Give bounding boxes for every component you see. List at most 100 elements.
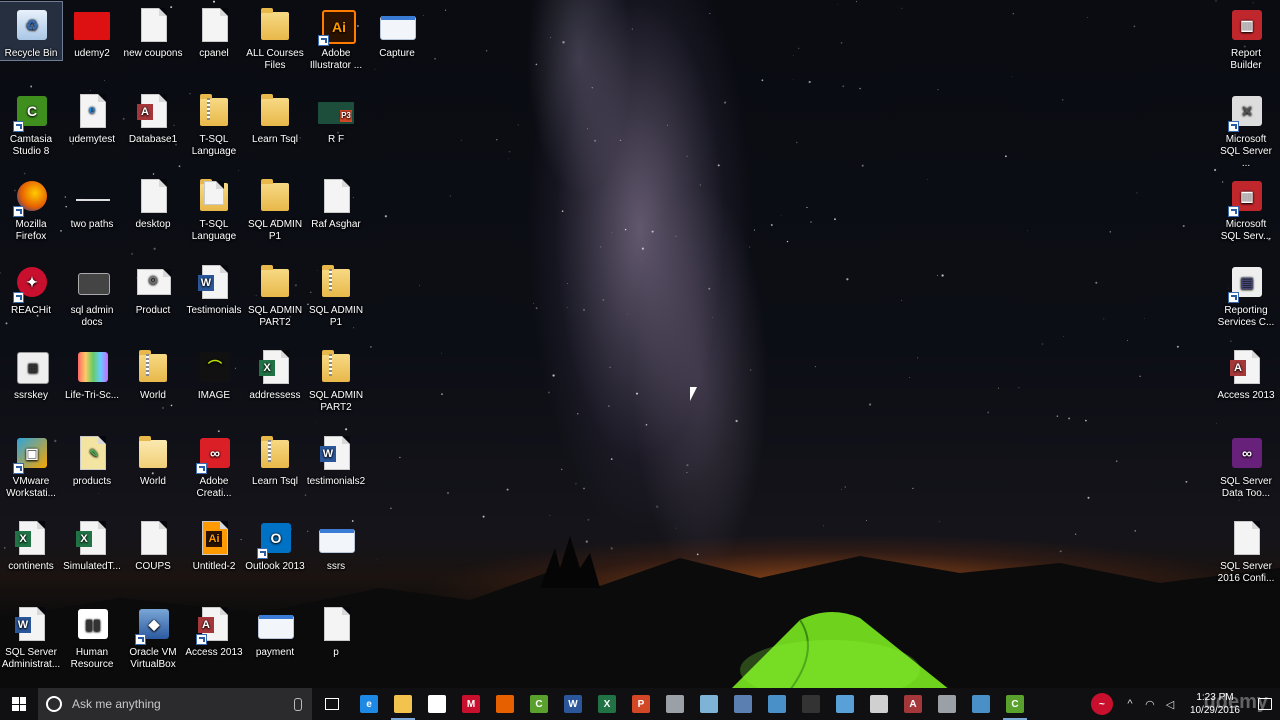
taskbar-app-clock-app[interactable]	[862, 688, 896, 720]
desktop-icon-products[interactable]: ✎ products	[61, 430, 123, 488]
desktop-icon-coups[interactable]: COUPS	[122, 515, 184, 573]
desktop-icon-two-paths[interactable]: two paths	[61, 173, 123, 231]
desktop-icon-cpanel[interactable]: cpanel	[183, 2, 245, 60]
desktop-icon-sql-admin-p1[interactable]: SQL ADMIN P1	[305, 259, 367, 329]
desktop-icon-outlook-2013[interactable]: O Outlook 2013	[244, 515, 306, 573]
desktop-icon-oracle-vm-virtualbox[interactable]: ◆ Oracle VM VirtualBox	[122, 601, 184, 671]
desktop-icon-image[interactable]: ⌒ IMAGE	[183, 344, 245, 402]
taskbar-app-app-c[interactable]	[828, 688, 862, 720]
taskbar-app-sql-tool[interactable]	[658, 688, 692, 720]
desktop-icon-sql-admin-docs[interactable]: sql admin docs	[61, 259, 123, 329]
taskbar-app-file-explorer[interactable]	[386, 688, 420, 720]
desktop-icon-microsoft-sql-serv[interactable]: ▥ Microsoft SQL Serv...	[1215, 173, 1277, 243]
wifi-icon[interactable]: ◠	[1140, 698, 1160, 711]
taskbar-app-firefox[interactable]	[488, 688, 522, 720]
desktop-icon-reachit[interactable]: ✦ REACHit	[0, 259, 62, 317]
taskbar-app-app-a[interactable]	[692, 688, 726, 720]
desktop-icon-label: Database1	[128, 133, 178, 145]
desktop-icon-t-sql-language[interactable]: T-SQL Language	[183, 88, 245, 158]
desktop-icon-learn-tsql[interactable]: Learn Tsql	[244, 430, 306, 488]
desktop-icon-human-resource[interactable]: ▮▮ Human Resource	[61, 601, 123, 671]
desktop-icon-testimonials2[interactable]: Wtestimonials2	[305, 430, 367, 488]
start-button[interactable]	[0, 688, 38, 720]
desktop-icon-recycle-bin[interactable]: ♻ Recycle Bin	[0, 1, 63, 61]
desktop-icon-capture[interactable]: Capture	[366, 2, 428, 60]
desktop-icon-raf-asghar[interactable]: Raf Asghar	[305, 173, 367, 231]
desktop-icon-world[interactable]: World	[122, 344, 184, 402]
desktop-icon-access-2013[interactable]: A Access 2013	[183, 601, 245, 659]
terminal-icon	[802, 695, 820, 713]
desktop-icon-udemy2[interactable]: udemy2	[61, 2, 123, 60]
desktop-icon-label: addressess	[249, 390, 301, 401]
desktop-icon-label: ssrs	[326, 561, 346, 572]
desktop-icon-r-f[interactable]: P3 R F	[305, 88, 367, 146]
desktop-icon-payment[interactable]: payment	[244, 601, 306, 659]
desktop-icon-adobe-creati[interactable]: ∞ Adobe Creati...	[183, 430, 245, 500]
page-icon	[133, 519, 173, 559]
desktop-icon-sql-server-2016-confi[interactable]: SQL Server 2016 Confi...	[1215, 515, 1277, 585]
desktop-icon-sql-admin-p1[interactable]: SQL ADMIN P1	[244, 173, 306, 243]
desktop-icon-sql-admin-part2[interactable]: SQL ADMIN PART2	[305, 344, 367, 414]
desktop-icon-new-coupons[interactable]: new coupons	[122, 2, 184, 60]
desktop-icon-microsoft-sql-server[interactable]: ✕ Microsoft SQL Server ...	[1215, 88, 1277, 170]
desktop-icon-product[interactable]: ⚙ Product	[122, 259, 184, 317]
task-view-button[interactable]	[312, 688, 352, 720]
desktop-icon-database1[interactable]: A Database1	[122, 88, 184, 146]
taskbar-app-edge[interactable]: e	[352, 688, 386, 720]
taskbar-app-remote[interactable]	[760, 688, 794, 720]
mcafee-tray-icon[interactable]: ~	[1084, 688, 1120, 720]
app-d-icon	[938, 695, 956, 713]
camtasia-icon: C	[530, 695, 548, 713]
taskbar-app-app-d[interactable]	[930, 688, 964, 720]
desktop-icon-report-builder[interactable]: ▥ Report Builder	[1215, 2, 1277, 72]
desktop-icon-sql-server-administrat[interactable]: W SQL Server Administrat...	[0, 601, 62, 671]
desktop-icon-p[interactable]: p	[305, 601, 367, 659]
desktop-icon-all-courses-files[interactable]: ALL Courses Files	[244, 2, 306, 72]
microphone-icon[interactable]	[294, 697, 302, 711]
desktop-icon-continents[interactable]: Xcontinents	[0, 515, 62, 573]
taskbar-app-access[interactable]: A	[896, 688, 930, 720]
desktop-icon-ssrs[interactable]: ssrs	[305, 515, 367, 573]
taskbar-app-mcafee[interactable]: M	[454, 688, 488, 720]
desktop-icon-addressess[interactable]: Xaddressess	[244, 344, 306, 402]
desktop-icon-desktop[interactable]: desktop	[122, 173, 184, 231]
desktop-icon-sql-admin-part2[interactable]: SQL ADMIN PART2	[244, 259, 306, 329]
taskbar-app-terminal[interactable]	[794, 688, 828, 720]
taskbar-app-word[interactable]: W	[556, 688, 590, 720]
desktop-icon-simulatedt[interactable]: X SimulatedT...	[61, 515, 123, 573]
taskbar-app-app-b[interactable]	[726, 688, 760, 720]
taskbar-app-store[interactable]	[420, 688, 454, 720]
desktop-icon-vmware-workstati[interactable]: ▣ VMware Workstati...	[0, 430, 62, 500]
desktop-icon-world[interactable]: World	[122, 430, 184, 488]
desktop-icon-camtasia-studio-8[interactable]: C Camtasia Studio 8	[0, 88, 62, 158]
desktop-icon-untitled-2[interactable]: Ai Untitled-2	[183, 515, 245, 573]
desktop-icon-label: products	[72, 475, 112, 487]
folder-doc-icon	[194, 177, 234, 217]
image-icon	[255, 605, 295, 645]
desktop-icon-udemytest[interactable]: e udemytest	[61, 88, 123, 146]
desktop-icon-label: SQL ADMIN P1	[308, 304, 364, 328]
desktop-icon-learn-tsql[interactable]: Learn Tsql	[244, 88, 306, 146]
desktop-icon-ssrskey[interactable]: ▦ ssrskey	[0, 344, 62, 402]
taskbar-app-powerpoint[interactable]: P	[624, 688, 658, 720]
desktop-icon-reporting-services-c[interactable]: ▤ Reporting Services C...	[1215, 259, 1277, 329]
shortcut-arrow-icon	[13, 206, 24, 217]
app-b-icon	[734, 695, 752, 713]
desktop-icon-access-2013[interactable]: A Access 2013	[1215, 344, 1277, 402]
desktop-icon-sql-server-data-too[interactable]: ∞ SQL Server Data Too...	[1215, 430, 1277, 500]
cortana-search-box[interactable]: Ask me anything	[38, 688, 312, 720]
taskbar-app-excel[interactable]: X	[590, 688, 624, 720]
folder-icon	[255, 92, 295, 132]
desktop-icon-t-sql-language[interactable]: T-SQL Language	[183, 173, 245, 243]
taskbar-app-camtasia-recorder[interactable]: C	[998, 688, 1032, 720]
desktop-icon-mozilla-firefox[interactable]: Mozilla Firefox	[0, 173, 62, 243]
desktop-icon-adobe-illustrator[interactable]: Ai Adobe Illustrator ...	[305, 2, 367, 72]
taskbar-app-camtasia[interactable]: C	[522, 688, 556, 720]
page-icon	[133, 6, 173, 46]
taskbar-app-app-e[interactable]	[964, 688, 998, 720]
desktop-icon-life-tri-sc[interactable]: Life-Tri-Sc...	[61, 344, 123, 402]
show-hidden-icons-chevron-icon[interactable]: ^	[1120, 698, 1140, 710]
volume-icon[interactable]: ◁	[1160, 698, 1180, 711]
desktop-icon-testimonials[interactable]: W Testimonials	[183, 259, 245, 317]
desktop-icon-label: Learn Tsql	[252, 475, 298, 487]
